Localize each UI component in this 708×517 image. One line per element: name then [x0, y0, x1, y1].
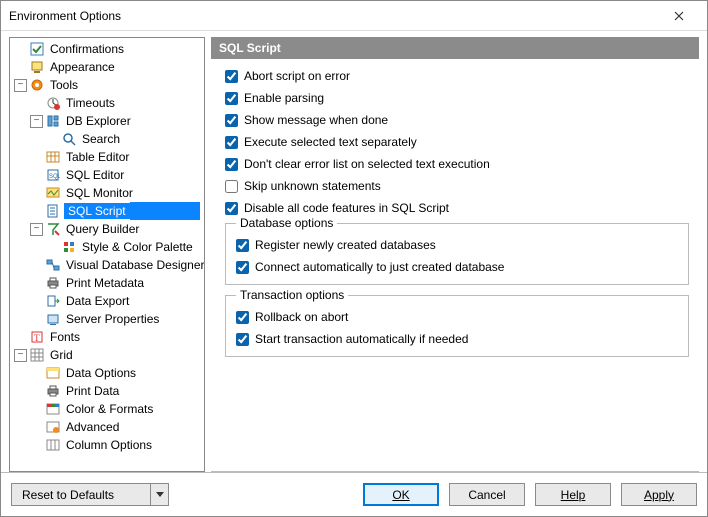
- tree-item-query-builder[interactable]: −Query Builder: [10, 220, 204, 238]
- tools-icon: [29, 77, 45, 93]
- checkbox-register-new-db[interactable]: Register newly created databases: [236, 238, 678, 252]
- advanced-icon: [45, 419, 61, 435]
- help-button[interactable]: Help: [535, 483, 611, 506]
- tree-item-style-palette[interactable]: Style & Color Palette: [10, 238, 204, 256]
- color-formats-icon: [45, 401, 61, 417]
- tree-item-server-properties[interactable]: Server Properties: [10, 310, 204, 328]
- tree-item-advanced[interactable]: Advanced: [10, 418, 204, 436]
- appearance-icon: [29, 59, 45, 75]
- fonts-icon: T: [29, 329, 45, 345]
- tree-item-sql-script[interactable]: SQL Script: [10, 202, 204, 220]
- section-header: SQL Script: [211, 37, 699, 59]
- tree-item-timeouts[interactable]: Timeouts: [10, 94, 204, 112]
- tree-item-sql-monitor[interactable]: SQL Monitor: [10, 184, 204, 202]
- sql-editor-icon: SQL: [45, 167, 61, 183]
- search-icon: [61, 131, 77, 147]
- db-explorer-icon: [45, 113, 61, 129]
- checkbox-rollback-on-abort[interactable]: Rollback on abort: [236, 310, 678, 324]
- collapse-icon[interactable]: −: [30, 223, 43, 236]
- sql-script-icon: [45, 203, 61, 219]
- nav-tree[interactable]: Confirmations Appearance −Tools Timeouts…: [9, 37, 205, 472]
- group-legend: Transaction options: [236, 288, 348, 302]
- group-database-options: Database options Register newly created …: [225, 223, 689, 285]
- tree-item-tools[interactable]: −Tools: [10, 76, 204, 94]
- checkbox-enable-parsing[interactable]: Enable parsing: [225, 91, 689, 105]
- group-transaction-options: Transaction options Rollback on abort St…: [225, 295, 689, 357]
- data-options-icon: [45, 365, 61, 381]
- collapse-icon[interactable]: −: [30, 115, 43, 128]
- content-pane: SQL Script Abort script on error Enable …: [211, 37, 699, 472]
- close-button[interactable]: [659, 2, 699, 30]
- tree-item-vdb-designer[interactable]: Visual Database Designer: [10, 256, 204, 274]
- tree-item-table-editor[interactable]: Table Editor: [10, 148, 204, 166]
- ok-button[interactable]: OK: [363, 483, 439, 506]
- tree-item-print-data[interactable]: Print Data: [10, 382, 204, 400]
- vdb-designer-icon: [45, 257, 61, 273]
- checkbox-connect-auto[interactable]: Connect automatically to just created da…: [236, 260, 678, 274]
- tree-item-appearance[interactable]: Appearance: [10, 58, 204, 76]
- svg-text:T: T: [34, 333, 40, 343]
- tree-item-db-explorer[interactable]: −DB Explorer: [10, 112, 204, 130]
- printer-icon: [45, 275, 61, 291]
- checkbox-abort-on-error[interactable]: Abort script on error: [225, 69, 689, 83]
- query-builder-icon: [45, 221, 61, 237]
- tree-item-grid[interactable]: −Grid: [10, 346, 204, 364]
- checkbox-start-txn-auto[interactable]: Start transaction automatically if neede…: [236, 332, 678, 346]
- cancel-button[interactable]: Cancel: [449, 483, 525, 506]
- tree-item-confirmations[interactable]: Confirmations: [10, 40, 204, 58]
- dialog-window: Environment Options Confirmations Appear…: [0, 0, 708, 517]
- collapse-icon[interactable]: −: [14, 349, 27, 362]
- grid-icon: [29, 347, 45, 363]
- window-title: Environment Options: [9, 9, 659, 23]
- confirmations-icon: [29, 41, 45, 57]
- palette-icon: [61, 239, 77, 255]
- table-editor-icon: [45, 149, 61, 165]
- tree-item-color-formats[interactable]: Color & Formats: [10, 400, 204, 418]
- reset-dropdown[interactable]: [151, 483, 169, 506]
- collapse-icon[interactable]: −: [14, 79, 27, 92]
- titlebar: Environment Options: [1, 1, 707, 31]
- export-icon: [45, 293, 61, 309]
- reset-button[interactable]: Reset to Defaults: [11, 483, 151, 506]
- printer-icon: [45, 383, 61, 399]
- checkbox-disable-code-features[interactable]: Disable all code features in SQL Script: [225, 201, 689, 215]
- tree-item-data-export[interactable]: Data Export: [10, 292, 204, 310]
- svg-text:SQL: SQL: [49, 174, 60, 180]
- tree-item-fonts[interactable]: TFonts: [10, 328, 204, 346]
- close-icon: [674, 11, 684, 21]
- checkbox-skip-unknown[interactable]: Skip unknown statements: [225, 179, 689, 193]
- timeouts-icon: [45, 95, 61, 111]
- tree-item-sql-editor[interactable]: SQLSQL Editor: [10, 166, 204, 184]
- checkbox-exec-selected-separately[interactable]: Execute selected text separately: [225, 135, 689, 149]
- chevron-down-icon: [156, 492, 164, 497]
- column-options-icon: [45, 437, 61, 453]
- checkbox-show-message-done[interactable]: Show message when done: [225, 113, 689, 127]
- apply-button[interactable]: Apply: [621, 483, 697, 506]
- tree-item-data-options[interactable]: Data Options: [10, 364, 204, 382]
- tree-item-print-metadata[interactable]: Print Metadata: [10, 274, 204, 292]
- button-bar: Reset to Defaults OK Cancel Help Apply: [1, 472, 707, 516]
- group-legend: Database options: [236, 216, 337, 230]
- sql-monitor-icon: [45, 185, 61, 201]
- server-icon: [45, 311, 61, 327]
- tree-item-column-options[interactable]: Column Options: [10, 436, 204, 454]
- checkbox-dont-clear-error-list[interactable]: Don't clear error list on selected text …: [225, 157, 689, 171]
- tree-item-search[interactable]: Search: [10, 130, 204, 148]
